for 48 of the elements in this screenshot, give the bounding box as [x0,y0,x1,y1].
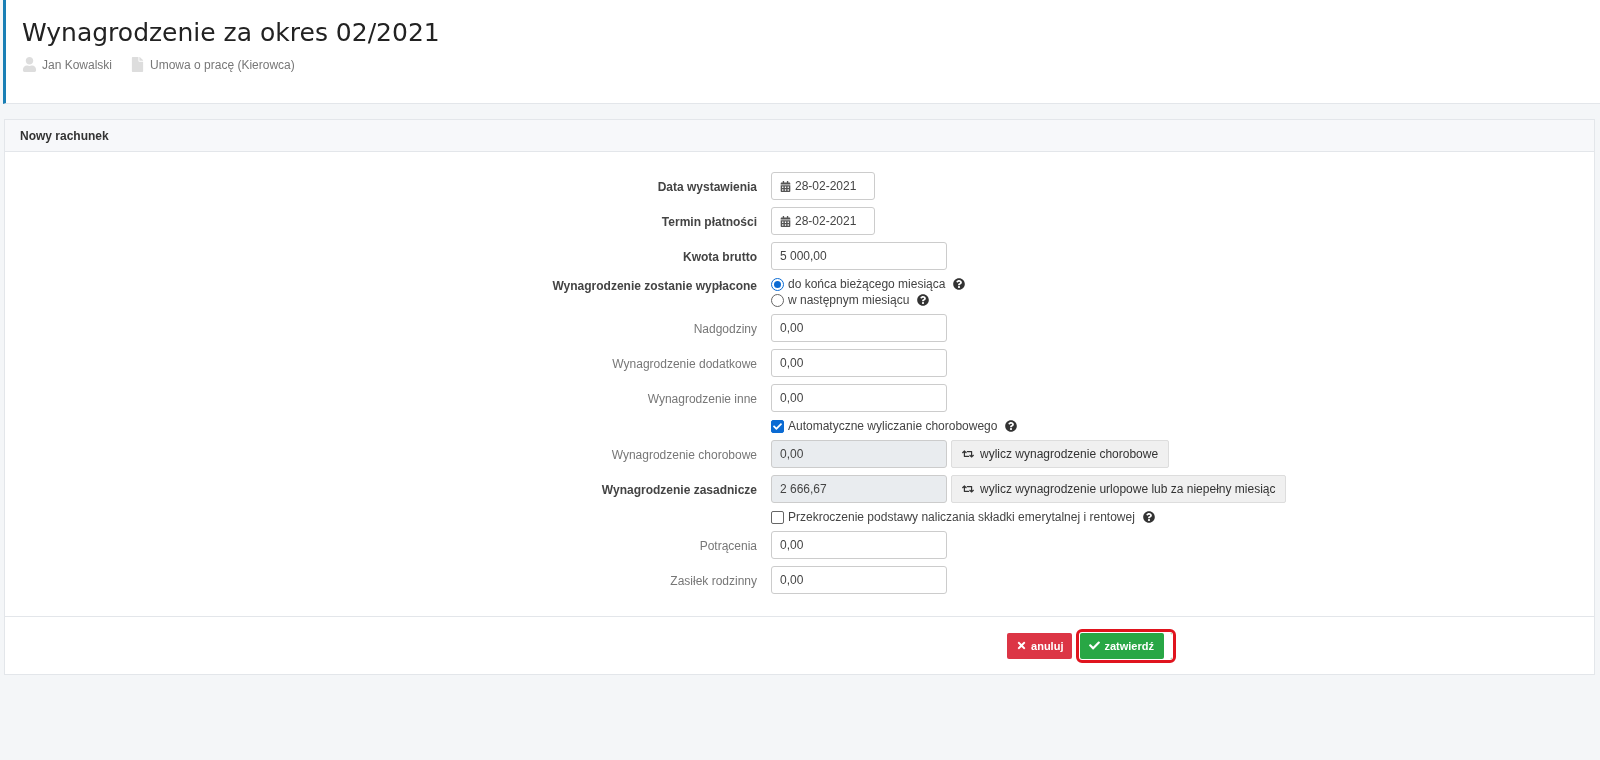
repeat-icon [962,448,974,460]
input-field[interactable]: 5 000,00 [771,242,947,270]
radio-button[interactable] [771,293,784,307]
radio-label: w następnym miesiącu [788,293,910,307]
help-icon[interactable] [1142,511,1155,523]
document-icon [130,57,146,72]
cancel-button[interactable]: anuluj [1007,632,1073,659]
input-field[interactable]: 0,00 [771,566,947,594]
field-label: Wynagrodzenie zasadnicze [600,482,757,497]
input-field[interactable]: 0,00 [771,531,947,559]
field-label: Potrącenia [698,538,757,553]
field-label: Wynagrodzenie dodatkowe [611,356,757,371]
input-field[interactable]: 0,00 [771,384,947,412]
field-label: Termin płatności [660,214,757,229]
repeat-icon [962,483,974,495]
checkbox-label: Automatyczne wyliczanie chorobowego [788,419,998,433]
employee-name: Jan Kowalski [42,57,113,72]
radio-label: do końca bieżącego miesiąca [788,277,946,291]
field-label: Wynagrodzenie zostanie wypłacone [551,278,757,293]
user-icon [22,57,37,72]
field-label: Zasiłek rodzinny [669,573,757,588]
checkmark-icon [1089,640,1101,651]
close-icon [1016,640,1028,651]
panel-title: Nowy rachunek [5,120,1594,152]
checkbox[interactable] [771,510,784,524]
date-field[interactable]: 28-02-2021 [771,172,875,200]
readonly-field: 2 666,67 [771,475,947,503]
help-icon[interactable] [1005,420,1018,432]
contract-name: Umowa o pracę (Kierowca) [150,57,295,72]
field-label: Wynagrodzenie chorobowe [610,447,757,462]
page-title: Wynagrodzenie za okres 02/2021 [22,18,441,47]
readonly-field: 0,00 [771,440,947,468]
checkbox[interactable] [771,419,784,433]
radio-button[interactable] [771,277,784,291]
date-field[interactable]: 28-02-2021 [771,207,875,235]
field-label: Data wystawienia [656,179,757,194]
help-icon[interactable] [917,294,930,306]
input-field[interactable]: 0,00 [771,314,947,342]
help-icon[interactable] [953,278,966,290]
calendar-icon [780,215,791,227]
calculate-button[interactable]: wylicz wynagrodzenie chorobowe [951,440,1170,468]
field-label: Wynagrodzenie inne [646,391,757,406]
calculate-button[interactable]: wylicz wynagrodzenie urlopowe lub za niepełny miesiąc [951,475,1287,503]
input-field[interactable]: 0,00 [771,349,947,377]
checkbox-label: Przekroczenie podstawy naliczania składki emerytalnej i rentowej [788,510,1135,524]
field-label: Nadgodziny [692,321,757,336]
calendar-icon [780,180,791,192]
field-label: Kwota brutto [682,249,757,264]
